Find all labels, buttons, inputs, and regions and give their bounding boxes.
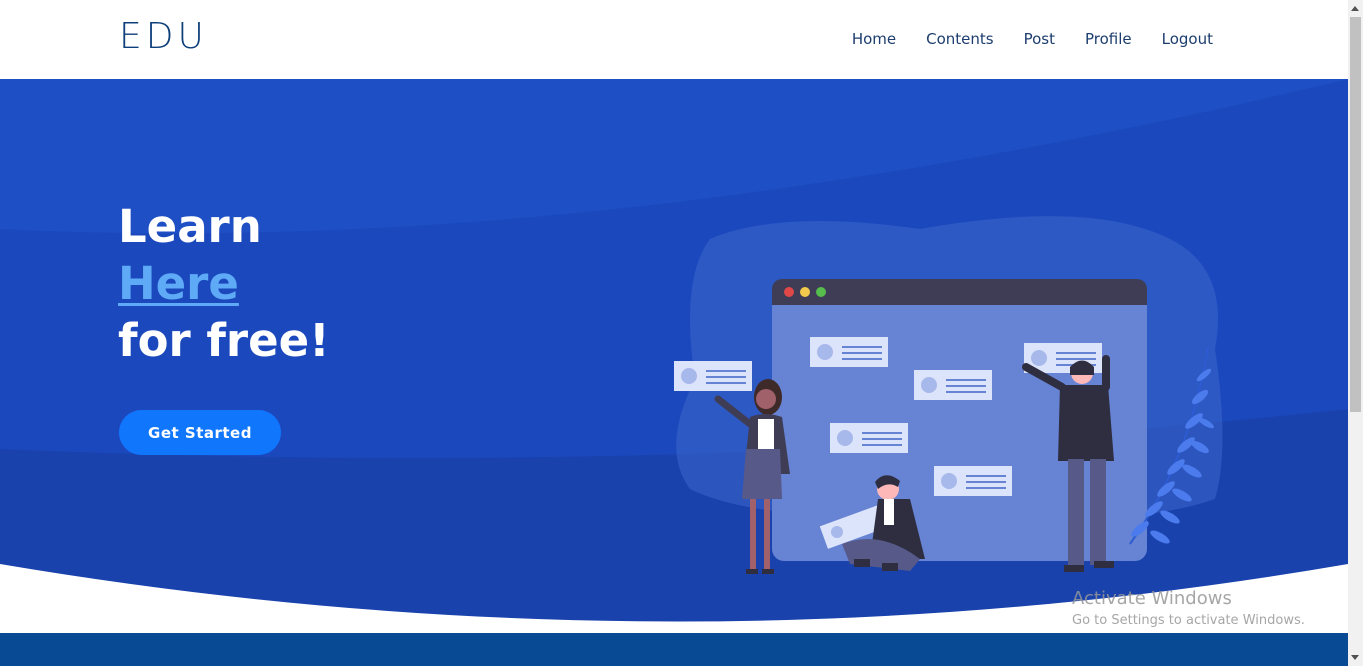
page-viewport: EDU Home Contents Post Profile Logout Le… <box>0 0 1348 666</box>
main-nav: Home Contents Post Profile Logout <box>852 30 1213 48</box>
next-section-band <box>0 633 1348 666</box>
hero-headline: Learn Here for free! <box>118 198 330 369</box>
hero-section: Learn Here for free! Get Started <box>0 79 1348 634</box>
site-header: EDU Home Contents Post Profile Logout <box>0 0 1348 79</box>
get-started-button[interactable]: Get Started <box>119 410 281 455</box>
scrollbar-thumb[interactable] <box>1350 17 1361 412</box>
watermark-subtitle: Go to Settings to activate Windows. <box>1072 613 1305 628</box>
headline-line-free: for free! <box>118 314 330 367</box>
nav-profile-link[interactable]: Profile <box>1085 30 1132 48</box>
nav-post-link[interactable]: Post <box>1024 30 1055 48</box>
nav-contents-link[interactable]: Contents <box>926 30 993 48</box>
watermark-title: Activate Windows <box>1072 588 1232 609</box>
profile-card-icon <box>810 337 888 367</box>
scroll-down-arrow-icon[interactable] <box>1351 655 1359 660</box>
nav-logout-link[interactable]: Logout <box>1162 30 1213 48</box>
headline-line-learn: Learn <box>118 200 262 253</box>
profile-card-icon <box>830 423 908 453</box>
headline-link-here[interactable]: Here <box>118 255 330 312</box>
profile-card-icon <box>674 361 752 391</box>
profile-card-icon <box>934 466 1012 496</box>
team-collaboration-illustration <box>674 216 1223 574</box>
scroll-up-arrow-icon[interactable] <box>1351 6 1359 11</box>
nav-home-link[interactable]: Home <box>852 30 896 48</box>
windows-activation-watermark: Activate Windows Go to Settings to activ… <box>1072 588 1305 628</box>
vertical-scrollbar[interactable] <box>1348 0 1363 666</box>
site-logo[interactable]: EDU <box>119 16 208 57</box>
profile-card-icon <box>914 370 992 400</box>
